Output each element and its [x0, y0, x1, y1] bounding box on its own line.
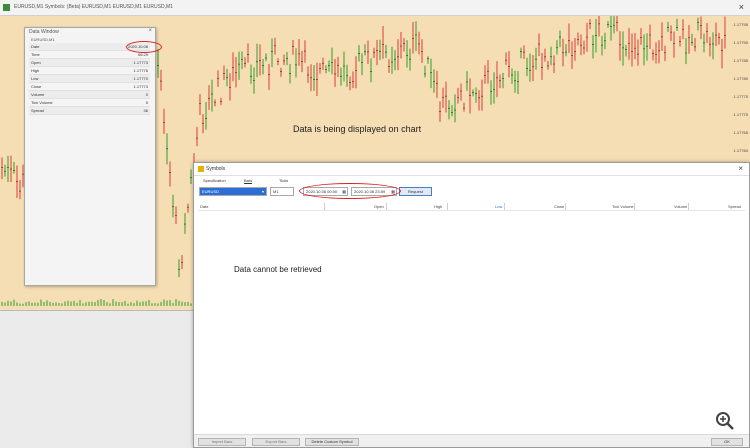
symbol-select-value: EURUSD [202, 189, 219, 194]
row-label: Spread [29, 106, 92, 115]
price-label: 1.17770 [733, 112, 748, 117]
chart-title-bar: EURUSD,M1 Symbols: (Beta) EURUSD,M1 EURU… [0, 0, 750, 16]
import-bars-button[interactable]: Import Bars [198, 438, 246, 446]
date-highlight-circle [126, 41, 162, 53]
data-window-row: High 1.17776 [29, 66, 150, 75]
col-volume[interactable]: Volume [674, 204, 687, 209]
row-value: 1.17776 [91, 66, 150, 75]
dialog-title: Symbols [206, 166, 226, 172]
data-window-row: Low 1.17770 [29, 74, 150, 83]
data-window-row: Spread 36 [29, 106, 150, 115]
data-window-row: Open 1.17773 [29, 58, 150, 67]
request-button[interactable]: Request [399, 187, 432, 196]
row-label: Open [29, 58, 92, 67]
row-value: 1.17773 [91, 82, 150, 91]
close-icon[interactable]: × [739, 0, 744, 15]
price-label: 1.17780 [733, 76, 748, 81]
zoom-in-icon[interactable] [715, 411, 735, 431]
ok-button[interactable]: OK [711, 438, 743, 446]
row-label: Volume [29, 90, 92, 99]
data-window-table: Date 2020.10.08 Time 06:29 Open 1.17773 High 1.… [29, 43, 150, 115]
data-window-row: Close 1.17773 [29, 82, 150, 91]
row-label: Low [29, 74, 92, 83]
timeframe-select-value: M1 [273, 189, 279, 194]
dialog-footer: Import Bars Export Bars Delete Custom Sy… [194, 434, 749, 447]
data-window[interactable]: Data Window × EURUSD,M1 Date 2020.10.08 Ti… [24, 27, 162, 286]
tab-specification[interactable]: Specification [203, 178, 226, 183]
tab-bars[interactable]: Bars [244, 178, 253, 184]
close-icon[interactable]: × [148, 28, 152, 34]
col-close[interactable]: Close [554, 204, 564, 209]
symbols-dialog[interactable]: Symbols × Specification Bars Ticks EURUS… [193, 162, 750, 448]
dialog-title-bar: Symbols × [194, 163, 749, 176]
chart-annotation: Data is being displayed on chart [293, 124, 422, 134]
symbols-icon [198, 166, 204, 172]
col-high[interactable]: High [434, 204, 442, 209]
row-value: 1.17770 [91, 74, 150, 83]
row-value: 36 [91, 106, 150, 115]
bars-table-header: Date Open High Low Close Tick Volume Vol… [198, 202, 745, 211]
chevron-down-icon: ▾ [261, 189, 264, 194]
col-low[interactable]: Low [495, 204, 502, 209]
symbol-select[interactable]: EURUSD ▾ [199, 187, 267, 196]
row-label: Date [29, 43, 92, 51]
data-window-row: Tick Volume 5 [29, 98, 150, 107]
delete-custom-symbol-button[interactable]: Delete Custom Symbol [305, 438, 359, 446]
export-bars-button[interactable]: Export Bars [252, 438, 300, 446]
col-tick-volume[interactable]: Tick Volume [612, 204, 634, 209]
data-window-title: Data Window [29, 29, 59, 35]
close-icon[interactable]: × [738, 163, 743, 175]
col-date[interactable]: Date [200, 204, 208, 209]
col-open[interactable]: Open [374, 204, 384, 209]
row-label: Close [29, 82, 92, 91]
data-window-symbol: EURUSD,M1 [31, 37, 55, 42]
price-label: 1.17765 [733, 130, 748, 135]
timeframe-select[interactable]: M1 [270, 187, 294, 196]
chart-app-icon [3, 4, 10, 11]
price-label: 1.17790 [733, 40, 748, 45]
price-label: 1.17760 [733, 148, 748, 153]
row-value: 5 [91, 98, 150, 107]
date-range-highlight-circle [299, 183, 401, 199]
price-label: 1.17775 [733, 94, 748, 99]
row-value: 1.17773 [91, 58, 150, 67]
row-label: High [29, 66, 92, 75]
dialog-annotation: Data cannot be retrieved [234, 265, 322, 274]
chart-title: EURUSD,M1 Symbols: (Beta) EURUSD,M1 EURU… [14, 4, 173, 10]
row-value: 0 [91, 90, 150, 99]
row-label: Time [29, 50, 92, 59]
price-label: 1.17795 [733, 22, 748, 27]
col-spread[interactable]: Spread [728, 204, 741, 209]
row-label: Tick Volume [29, 98, 92, 107]
tab-ticks[interactable]: Ticks [279, 178, 288, 183]
data-window-row: Volume 0 [29, 90, 150, 99]
price-label: 1.17785 [733, 58, 748, 63]
